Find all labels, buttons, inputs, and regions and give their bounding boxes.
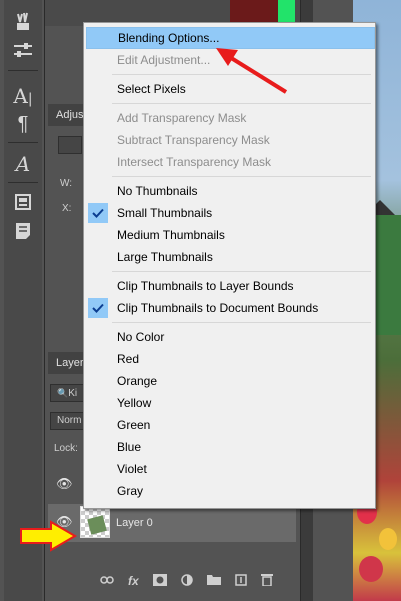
- new-layer-icon[interactable]: [234, 573, 247, 589]
- layer-name[interactable]: Layer 0: [116, 517, 153, 529]
- glyph-a-icon[interactable]: A: [10, 152, 36, 176]
- menu-item-color-violet[interactable]: Violet: [86, 458, 373, 480]
- menu-item-color-red[interactable]: Red: [86, 348, 373, 370]
- toolbar-separator: [8, 70, 38, 71]
- paragraph-icon[interactable]: ¶: [10, 112, 36, 136]
- link-icon[interactable]: [100, 574, 114, 588]
- layer-thumbnail: [80, 506, 110, 538]
- menu-item-intersect-transparency-mask[interactable]: Intersect Transparency Mask: [86, 151, 373, 173]
- blend-mode-select[interactable]: Norm: [50, 412, 86, 430]
- menu-separator: [112, 322, 371, 323]
- menu-item-color-gray[interactable]: Gray: [86, 480, 373, 502]
- menu-item-large-thumbnails[interactable]: Large Thumbnails: [86, 246, 373, 268]
- fx-icon[interactable]: fx: [128, 574, 139, 588]
- menu-item-no-thumbnails[interactable]: No Thumbnails: [86, 180, 373, 202]
- image-icon[interactable]: [58, 136, 82, 154]
- menu-separator: [112, 271, 371, 272]
- yellow-arrow-annotation: [20, 520, 77, 552]
- text-type-icon[interactable]: A|: [10, 84, 36, 108]
- toolbar-separator: [8, 142, 38, 143]
- menu-item-color-blue[interactable]: Blue: [86, 436, 373, 458]
- menu-item-color-orange[interactable]: Orange: [86, 370, 373, 392]
- w-label: W:: [60, 178, 73, 189]
- notes-panel-icon[interactable]: [10, 222, 36, 246]
- group-folder-icon[interactable]: [206, 574, 221, 588]
- menu-item-medium-thumbnails[interactable]: Medium Thumbnails: [86, 224, 373, 246]
- menu-item-color-yellow[interactable]: Yellow: [86, 392, 373, 414]
- brush-tool-icon[interactable]: [10, 12, 36, 36]
- menu-item-clip-layer-bounds[interactable]: Clip Thumbnails to Layer Bounds: [86, 275, 373, 297]
- menu-item-add-transparency-mask[interactable]: Add Transparency Mask: [86, 107, 373, 129]
- menu-separator: [112, 176, 371, 177]
- adjust-sliders-icon[interactable]: [10, 42, 36, 66]
- menu-item-small-thumbnails[interactable]: Small Thumbnails: [86, 202, 373, 224]
- kind-filter[interactable]: 🔍Ki: [50, 384, 86, 402]
- adjustment-layer-icon[interactable]: [180, 573, 193, 589]
- menu-item-subtract-transparency-mask[interactable]: Subtract Transparency Mask: [86, 129, 373, 151]
- lock-label: Lock:: [54, 443, 78, 454]
- menu-item-clip-document-bounds[interactable]: Clip Thumbnails to Document Bounds: [86, 297, 373, 319]
- layers-bottom-bar: fx: [100, 572, 290, 590]
- red-arrow-annotation: [216, 48, 288, 94]
- mask-icon[interactable]: [152, 573, 167, 589]
- visibility-eye-icon[interactable]: 👁: [56, 476, 73, 492]
- menu-item-color-green[interactable]: Green: [86, 414, 373, 436]
- menu-separator: [112, 103, 371, 104]
- toolbar-separator: [8, 182, 38, 183]
- trash-icon[interactable]: [260, 573, 273, 589]
- checkmark-icon: [88, 298, 108, 318]
- checkmark-icon: [88, 203, 108, 223]
- layer-row-selected[interactable]: 👁 Layer 0: [48, 504, 296, 542]
- x-label: X:: [62, 203, 72, 214]
- menu-item-no-color[interactable]: No Color: [86, 326, 373, 348]
- left-toolbar: A| ¶ A: [0, 0, 45, 601]
- navigator-panel-icon[interactable]: [10, 194, 36, 218]
